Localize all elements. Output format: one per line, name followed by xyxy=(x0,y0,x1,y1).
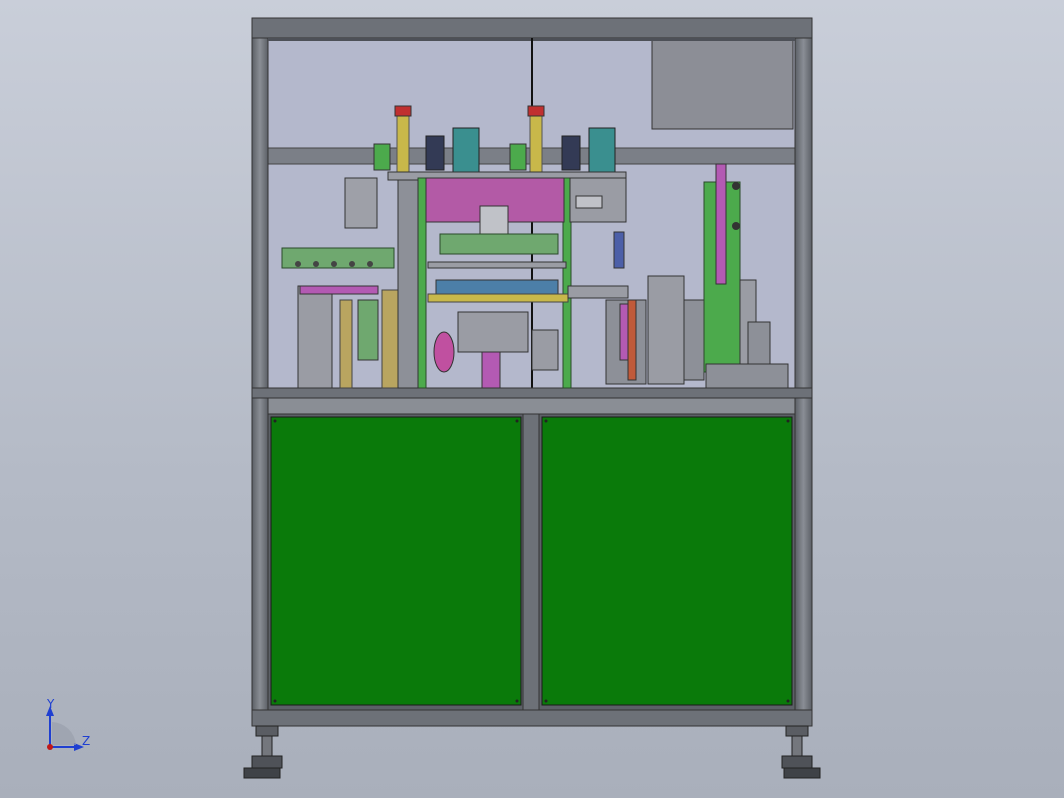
right-frame-post xyxy=(794,17,813,727)
right-door[interactable] xyxy=(541,416,793,706)
teal-block-left xyxy=(452,127,480,173)
machine-assembly xyxy=(46,17,821,779)
left-frame-post xyxy=(251,17,269,727)
center-green-rail xyxy=(439,233,559,255)
teal-block-right xyxy=(588,127,616,173)
work-table-top xyxy=(251,387,813,399)
z-axis-label: Z xyxy=(82,734,91,748)
magenta-wheel xyxy=(433,331,455,373)
door-screw xyxy=(273,699,277,703)
left-motor xyxy=(344,177,378,229)
electrical-box xyxy=(651,39,794,130)
origin-point xyxy=(47,744,53,750)
cabinet-center-post xyxy=(522,413,540,711)
left-column-unit xyxy=(297,285,333,389)
yellow-arm-left xyxy=(396,109,410,173)
pink-bracket-left xyxy=(299,285,379,295)
work-table-apron xyxy=(267,397,796,415)
top-rail xyxy=(251,17,813,39)
door-screw xyxy=(544,699,548,703)
axis-triad xyxy=(46,706,84,751)
yellow-arm-right xyxy=(529,109,543,173)
left-door[interactable] xyxy=(270,416,522,706)
door-screw xyxy=(544,419,548,423)
cad-viewport[interactable]: Y Z xyxy=(0,0,1064,798)
triad-plane xyxy=(52,722,76,745)
bottom-rail xyxy=(251,709,813,727)
right-foot xyxy=(781,725,821,779)
right-column-unit xyxy=(647,275,685,385)
door-screw xyxy=(515,699,519,703)
door-screw xyxy=(515,419,519,423)
rotary-table xyxy=(435,279,559,295)
door-screw xyxy=(786,419,790,423)
y-axis-label: Y xyxy=(47,697,55,711)
left-foot xyxy=(243,725,283,779)
door-screw xyxy=(786,699,790,703)
left-yellow-support xyxy=(339,299,353,389)
door-screw xyxy=(273,419,277,423)
